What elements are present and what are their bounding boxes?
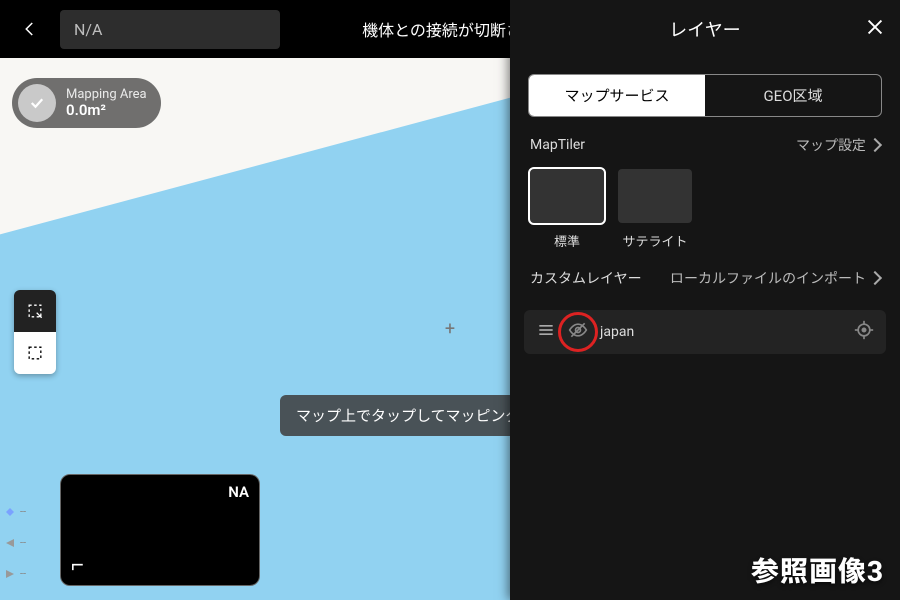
- import-local-file-link[interactable]: ローカルファイルのインポート: [670, 268, 880, 288]
- map-thumb-standard: [530, 169, 604, 223]
- panel-title: レイヤー: [669, 16, 740, 42]
- mapping-area-label: Mapping Area: [66, 88, 147, 102]
- camera-corner-icon: ⌐: [71, 555, 84, 577]
- camera-na-label: NA: [228, 483, 249, 501]
- custom-layer-label: カスタムレイヤー: [530, 268, 642, 288]
- chevron-right-icon: [868, 138, 882, 152]
- map-style-satellite-label: サテライト: [622, 231, 687, 250]
- back-button[interactable]: [0, 20, 60, 38]
- mission-title-field[interactable]: N/A: [60, 10, 280, 49]
- tab-geo-zone[interactable]: GEO区域: [705, 75, 881, 116]
- check-icon: [18, 84, 56, 122]
- map-settings-link[interactable]: マップ設定: [796, 135, 880, 155]
- map-style-satellite[interactable]: サテライト: [618, 169, 692, 250]
- map-style-standard[interactable]: 標準: [530, 169, 604, 250]
- tool-stack: [14, 290, 56, 374]
- mapping-area-value: 0.0m²: [66, 102, 147, 119]
- telemetry-indicators: -- -- --: [4, 505, 26, 580]
- tab-map-service[interactable]: マップサービス: [529, 75, 705, 116]
- tab-segmented-control: マップサービス GEO区域: [528, 74, 882, 117]
- layer-name: japan: [600, 324, 842, 340]
- map-thumb-satellite: [618, 169, 692, 223]
- polygon-tool-button[interactable]: [14, 290, 56, 332]
- provider-label: MapTiler: [530, 137, 585, 153]
- map-settings-label: マップ設定: [796, 135, 866, 155]
- locate-layer-icon[interactable]: [854, 320, 874, 344]
- drag-handle-icon[interactable]: [536, 320, 556, 344]
- map-style-standard-label: 標準: [554, 231, 580, 250]
- custom-layer-item: japan: [524, 310, 886, 354]
- chevron-right-icon: [868, 271, 882, 285]
- import-label: ローカルファイルのインポート: [670, 268, 866, 288]
- crop-tool-button[interactable]: [14, 332, 56, 374]
- camera-preview[interactable]: NA ⌐: [60, 474, 260, 586]
- close-button[interactable]: [864, 16, 886, 42]
- mapping-area-pill[interactable]: Mapping Area 0.0m²: [12, 78, 161, 128]
- watermark-label: 参照画像3: [751, 550, 884, 590]
- layers-panel: レイヤー マップサービス GEO区域 MapTiler マップ設定 標準 サテラ: [510, 0, 900, 600]
- visibility-toggle-icon[interactable]: [568, 320, 588, 344]
